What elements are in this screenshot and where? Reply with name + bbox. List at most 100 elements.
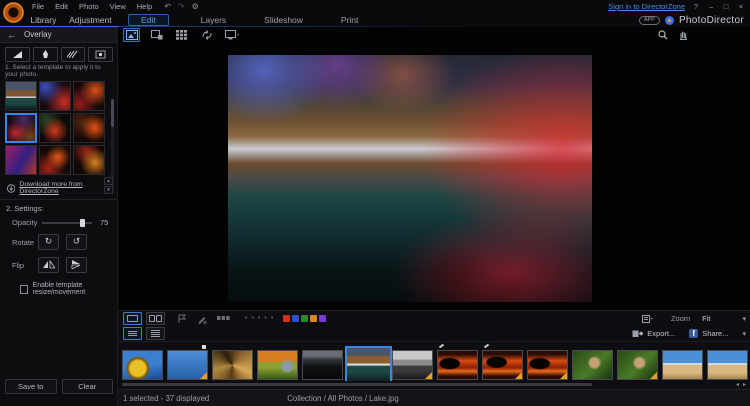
single-view-icon[interactable] — [123, 312, 142, 325]
minimize-button[interactable]: – — [707, 2, 715, 11]
undo-icon[interactable]: ↶ — [164, 2, 171, 11]
filmstrip-thumb[interactable] — [527, 345, 568, 381]
scroll-down-icon[interactable]: ▾ — [104, 186, 113, 194]
grunge-scratch-icon[interactable] — [61, 47, 86, 62]
rotate-clockwise-icon[interactable]: ↻ — [38, 234, 59, 250]
rating-dot-icon[interactable]: • — [245, 315, 247, 322]
gradient-overlay-icon[interactable] — [5, 47, 30, 62]
slider-track[interactable] — [42, 222, 92, 224]
filmstrip-thumb[interactable] — [662, 345, 703, 381]
filmstrip-view-icon[interactable] — [123, 327, 142, 340]
chevron-down-icon[interactable]: ▾ — [742, 315, 746, 323]
filmstrip-thumb[interactable] — [482, 345, 523, 381]
menu-item[interactable]: View — [110, 2, 126, 11]
download-more-link[interactable]: Download more from DirectorZone — [19, 181, 117, 195]
thumb-image[interactable] — [257, 350, 298, 380]
lens-flare-icon[interactable] — [88, 47, 113, 62]
search-zoom-icon[interactable] — [658, 30, 668, 40]
rating-dot-icon[interactable]: • — [251, 315, 253, 322]
template-thumb[interactable] — [73, 145, 105, 175]
zoom-select[interactable]: Fit — [702, 314, 710, 323]
redo-icon[interactable]: ↷ — [178, 2, 185, 11]
thumb-image[interactable] — [302, 350, 343, 380]
thumb-image[interactable] — [122, 350, 163, 380]
export-button[interactable]: Export... — [632, 329, 675, 338]
filmstrip-thumb[interactable] — [437, 345, 478, 381]
thumb-image[interactable] — [345, 346, 392, 381]
template-thumb[interactable] — [73, 81, 105, 111]
flip-vertical-icon[interactable] — [66, 257, 87, 273]
photo-viewer-mode-icon[interactable] — [123, 28, 140, 42]
filmstrip-thumb[interactable] — [347, 345, 388, 381]
flip-horizontal-icon[interactable] — [38, 257, 59, 273]
module-tab[interactable]: Slideshow — [258, 14, 309, 26]
color-label[interactable] — [301, 315, 308, 322]
filmstrip-thumb[interactable] — [302, 345, 343, 381]
thumb-image[interactable] — [662, 350, 703, 380]
help-button[interactable]: ? — [692, 2, 700, 11]
clear-button[interactable]: Clear — [62, 379, 114, 394]
thumb-image[interactable] — [617, 350, 658, 380]
sign-in-link[interactable]: Sign in to DirectorZone — [608, 2, 685, 11]
opacity-slider[interactable] — [42, 219, 92, 227]
viewer-browser-mode-icon[interactable] — [148, 28, 165, 42]
share-dropdown-icon[interactable]: ▾ — [742, 330, 746, 338]
mirror-mode-icon[interactable] — [198, 28, 215, 42]
filmstrip-scrollbar[interactable] — [122, 383, 592, 386]
slider-thumb[interactable] — [80, 219, 85, 227]
template-thumb[interactable] — [5, 113, 37, 143]
browser-panel-icon[interactable] — [642, 315, 653, 323]
filmstrip-thumb[interactable] — [257, 345, 298, 381]
module-tab[interactable]: Print — [335, 14, 364, 26]
filmstrip-thumb[interactable] — [122, 345, 163, 381]
template-thumb[interactable] — [39, 145, 71, 175]
thumb-image[interactable] — [392, 350, 433, 380]
resize-checkbox[interactable] — [20, 285, 28, 294]
menu-item[interactable]: Photo — [79, 2, 99, 11]
maximize-button[interactable]: □ — [722, 2, 730, 11]
menu-item[interactable]: File — [32, 2, 44, 11]
light-leak-icon[interactable] — [33, 47, 58, 62]
rating-dots[interactable]: ••••• — [245, 315, 273, 322]
menu-item[interactable]: Help — [137, 2, 152, 11]
filmstrip-thumb[interactable] — [167, 345, 208, 381]
filmstrip-thumb[interactable] — [212, 345, 253, 381]
template-thumb[interactable] — [39, 81, 71, 111]
nav-left-icon[interactable]: ◂ — [736, 381, 739, 388]
module-tab[interactable]: Layers — [195, 14, 233, 26]
nav-right-icon[interactable]: ▸ — [743, 381, 746, 388]
settings-gear-icon[interactable]: ⚙ — [192, 2, 199, 11]
compare-view-icon[interactable] — [146, 312, 165, 325]
rotate-counterclockwise-icon[interactable]: ↺ — [66, 234, 87, 250]
tag-label-icon[interactable] — [217, 314, 230, 323]
scroll-up-icon[interactable]: ▴ — [104, 177, 113, 185]
filmstrip-thumb[interactable] — [707, 345, 748, 381]
thumb-image[interactable] — [212, 350, 253, 380]
back-arrow-icon[interactable]: ← — [7, 30, 16, 40]
pencil-icon[interactable] — [197, 314, 207, 324]
flag-icon[interactable] — [177, 314, 187, 324]
template-thumb[interactable] — [5, 81, 37, 111]
scrollbar-thumb[interactable] — [111, 99, 114, 127]
module-tab[interactable]: Library — [30, 15, 56, 25]
color-label[interactable] — [319, 315, 326, 322]
share-button[interactable]: f Share... — [689, 329, 728, 338]
color-label[interactable] — [283, 315, 290, 322]
thumb-image[interactable] — [707, 350, 748, 380]
browser-mode-icon[interactable] — [173, 28, 190, 42]
filmstrip-thumb[interactable] — [392, 345, 433, 381]
template-thumb[interactable] — [39, 113, 71, 143]
hand-pan-icon[interactable] — [678, 30, 688, 40]
module-tab[interactable]: Edit — [128, 14, 169, 26]
template-thumb[interactable] — [73, 113, 105, 143]
thumb-image[interactable] — [572, 350, 613, 380]
rating-dot-icon[interactable]: • — [258, 315, 260, 322]
thumb-image[interactable] — [167, 350, 208, 380]
module-tab[interactable]: Adjustment — [69, 15, 112, 25]
filmstrip-thumb[interactable] — [617, 345, 658, 381]
rating-dot-icon[interactable]: • — [264, 315, 266, 322]
color-label[interactable] — [292, 315, 299, 322]
close-button[interactable]: × — [737, 2, 745, 11]
color-label[interactable] — [310, 315, 317, 322]
thumb-image[interactable] — [527, 350, 568, 380]
